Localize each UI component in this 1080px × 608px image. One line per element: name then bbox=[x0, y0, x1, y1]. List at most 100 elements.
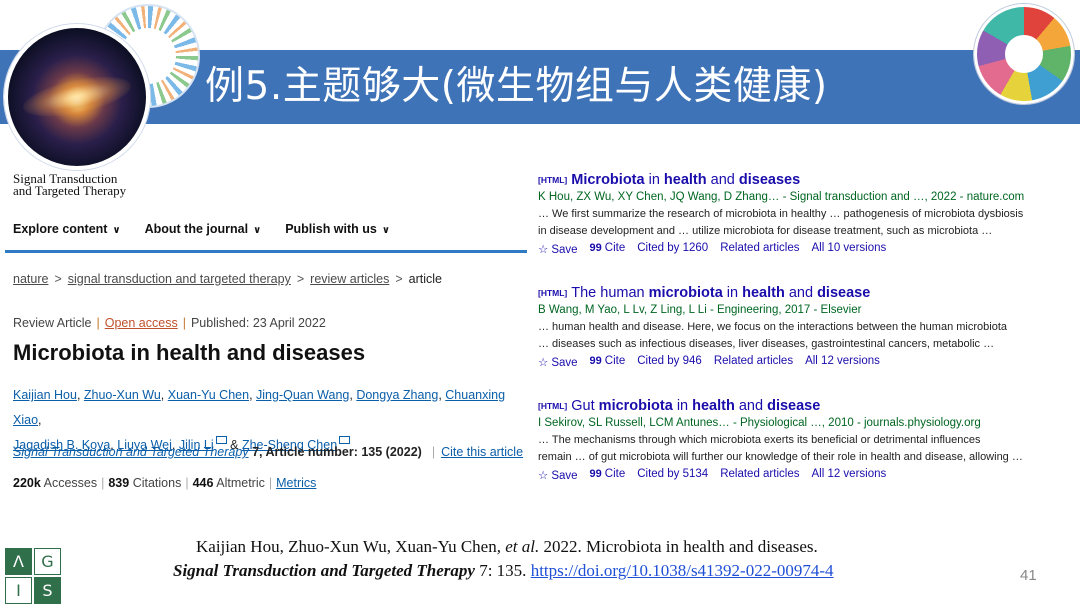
open-access-link[interactable]: Open access bbox=[105, 316, 178, 330]
nav-divider bbox=[5, 250, 527, 253]
result-title-link[interactable]: [HTML] The human microbiota in health and… bbox=[538, 285, 1068, 301]
nav-label: About the journal bbox=[144, 222, 249, 236]
nav-label: Explore content bbox=[13, 222, 108, 236]
reference-volume: 7: 135. bbox=[474, 561, 531, 580]
metrics-link[interactable]: Metrics bbox=[276, 476, 316, 490]
reference-title: 2022. Microbiota in health and diseases. bbox=[539, 537, 818, 556]
save-label: Save bbox=[551, 244, 578, 256]
related-articles-link[interactable]: Related articles bbox=[720, 468, 799, 482]
article-title: Microbiota in health and diseases bbox=[13, 340, 366, 365]
snippet-line: remain … of gut microbiota will further … bbox=[538, 451, 1023, 463]
page-number: 41 bbox=[1020, 567, 1037, 584]
slide-title: 例5.主题够大(微生物组与人类健康) bbox=[205, 64, 828, 109]
html-tag: [HTML] bbox=[538, 175, 568, 185]
breadcrumb-separator: > bbox=[395, 272, 403, 286]
title-part: disease bbox=[767, 398, 821, 414]
logo-cell: S bbox=[34, 577, 61, 604]
breadcrumb-separator: > bbox=[296, 272, 305, 286]
cite-label: Cite bbox=[604, 355, 626, 367]
related-articles-link[interactable]: Related articles bbox=[714, 355, 793, 369]
nav-about-journal[interactable]: About the journal ∨ bbox=[145, 222, 262, 236]
accesses-count: 220k bbox=[13, 476, 41, 490]
result-title-link[interactable]: [HTML] Microbiota in health and diseases bbox=[538, 172, 1068, 188]
snippet-line: … diseases such as infectious diseases, … bbox=[538, 338, 995, 350]
chevron-down-icon: ∨ bbox=[112, 225, 121, 236]
author-link[interactable]: Xuan-Yu Chen bbox=[168, 388, 249, 402]
save-button[interactable]: ☆ Save bbox=[538, 468, 578, 482]
save-button[interactable]: ☆ Save bbox=[538, 355, 578, 369]
citation-separator: | bbox=[431, 445, 436, 459]
snippet-line: … We first summarize the research of mic… bbox=[538, 208, 1024, 220]
cite-label: Cite bbox=[604, 242, 626, 254]
title-part: The human bbox=[571, 285, 649, 301]
result-actions: ☆ Save 99 Cite Cited by 946 Related articl… bbox=[538, 355, 1068, 369]
doi-link[interactable]: https://doi.org/10.1038/s41392-022-00974… bbox=[531, 561, 834, 580]
result-item: [HTML] Gut microbiota in health and disea… bbox=[538, 398, 1068, 511]
journal-logo[interactable]: Signal Transduction and Targeted Therapy bbox=[13, 172, 127, 198]
metrics-separator: | bbox=[185, 476, 189, 490]
reference-journal: Signal Transduction and Targeted Therapy bbox=[173, 561, 475, 580]
quote-icon: 99 bbox=[589, 355, 602, 367]
cited-by-link[interactable]: Cited by 1260 bbox=[637, 242, 708, 256]
breadcrumb-separator: > bbox=[54, 272, 62, 286]
cited-by-link[interactable]: Cited by 5134 bbox=[637, 468, 708, 482]
result-authors: I Sekirov, SL Russell, LCM Antunes… - Ph… bbox=[538, 417, 981, 429]
result-title-link[interactable]: [HTML] Gut microbiota in health and disea… bbox=[538, 398, 1068, 414]
chevron-down-icon: ∨ bbox=[381, 225, 390, 236]
nav-label: Publish with us bbox=[285, 222, 377, 236]
volume-info: 7, Article number: 135 (2022) bbox=[252, 445, 422, 459]
title-part: health bbox=[742, 285, 785, 301]
mail-icon[interactable] bbox=[339, 436, 351, 444]
author-link[interactable]: Jing-Quan Wang bbox=[256, 388, 349, 402]
author-link[interactable]: Zhuo-Xun Wu bbox=[84, 388, 161, 402]
title-part: in bbox=[722, 285, 743, 301]
author-link[interactable]: Kaijian Hou bbox=[13, 388, 77, 402]
cited-by-link[interactable]: Cited by 946 bbox=[637, 355, 702, 369]
all-versions-link[interactable]: All 10 versions bbox=[811, 242, 886, 256]
cite-button[interactable]: 99 Cite bbox=[590, 355, 626, 369]
logo-cell: I bbox=[5, 577, 32, 604]
cite-button[interactable]: 99 Cite bbox=[590, 242, 626, 256]
snippet-line: … human health and disease. Here, we foc… bbox=[538, 321, 1007, 333]
related-articles-link[interactable]: Related articles bbox=[720, 242, 799, 256]
cite-this-article-link[interactable]: Cite this article bbox=[441, 445, 523, 459]
html-tag: [HTML] bbox=[538, 288, 568, 298]
breadcrumb-review-articles[interactable]: review articles bbox=[310, 272, 389, 286]
save-label: Save bbox=[551, 470, 578, 482]
breadcrumb-journal[interactable]: signal transduction and targeted therapy bbox=[68, 272, 291, 286]
save-label: Save bbox=[551, 357, 578, 369]
result-authors: B Wang, M Yao, L Lv, Z Ling, L Li - Engi… bbox=[538, 304, 862, 316]
breadcrumb-nature[interactable]: nature bbox=[13, 272, 48, 286]
journal-logo-line2: and Targeted Therapy bbox=[13, 183, 127, 198]
reference-etal: , et al. bbox=[496, 537, 540, 556]
cite-button[interactable]: 99 Cite bbox=[590, 468, 626, 482]
save-button[interactable]: ☆ Save bbox=[538, 242, 578, 256]
title-part: diseases bbox=[738, 172, 801, 188]
logo-cell: G bbox=[34, 548, 61, 575]
result-actions: ☆ Save 99 Cite Cited by 5134 Related artic… bbox=[538, 468, 1068, 482]
title-part: microbiota bbox=[648, 285, 723, 301]
reference-line-2: Signal Transduction and Targeted Therapy… bbox=[173, 561, 834, 581]
search-results: [HTML] Microbiota in health and diseases … bbox=[538, 172, 1068, 511]
metrics-separator: | bbox=[268, 476, 273, 490]
title-part: Microbiota bbox=[571, 172, 645, 188]
published-date: Published: 23 April 2022 bbox=[190, 316, 326, 330]
title-part: in bbox=[672, 398, 693, 414]
title-part: and bbox=[784, 285, 818, 301]
chevron-down-icon: ∨ bbox=[253, 225, 262, 236]
author-link[interactable]: Dongya Zhang bbox=[356, 388, 438, 402]
mail-icon[interactable] bbox=[215, 436, 227, 444]
journal-link[interactable]: Signal Transduction and Targeted Therapy bbox=[13, 445, 249, 459]
title-part: and bbox=[734, 398, 768, 414]
all-versions-link[interactable]: All 12 versions bbox=[805, 355, 880, 369]
altmetric-label: Altmetric bbox=[216, 476, 265, 490]
nav-explore-content[interactable]: Explore content ∨ bbox=[13, 222, 121, 236]
result-item: [HTML] Microbiota in health and diseases … bbox=[538, 172, 1068, 285]
nav-publish-with-us[interactable]: Publish with us ∨ bbox=[285, 222, 390, 236]
all-versions-link[interactable]: All 12 versions bbox=[811, 468, 886, 482]
cite-label: Cite bbox=[604, 468, 626, 480]
star-icon: ☆ bbox=[538, 244, 549, 256]
author-line-1: Kaijian Hou, Zhuo-Xun Wu, Xuan-Yu Chen, … bbox=[13, 388, 506, 427]
result-snippet: … We first summarize the research of mic… bbox=[538, 206, 1068, 240]
quote-icon: 99 bbox=[589, 242, 602, 254]
